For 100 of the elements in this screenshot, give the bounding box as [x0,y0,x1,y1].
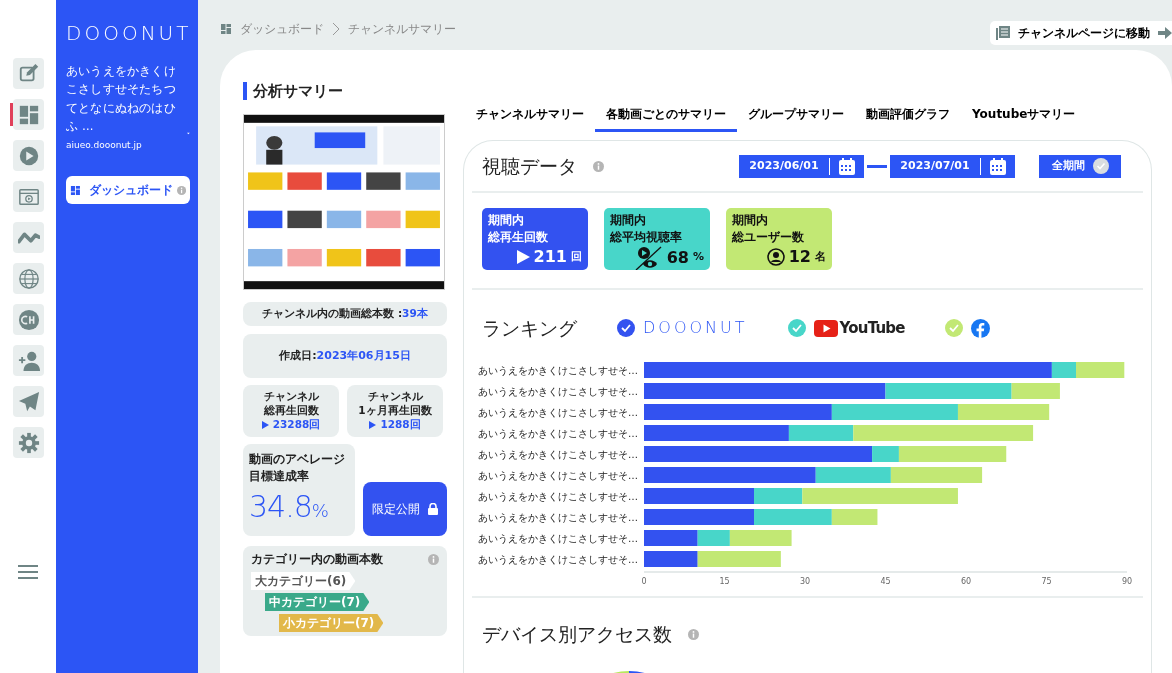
stat-label: 期間内 総再生回数 [488,212,549,246]
tick-label: 90 [1121,577,1133,586]
created-date-value: 2023年06月15日 [316,347,411,364]
bar-label: あいうえをかきくけこさしすせそ… [478,449,638,460]
sidebar-item[interactable] [13,99,44,130]
stat-value: 68 [666,248,689,267]
breadcrumb-link[interactable]: ダッシュボード [240,20,324,38]
dashboard-icon [17,103,40,126]
info-icon[interactable] [428,553,439,565]
tab[interactable]: 各動画ごとのサマリー [595,101,737,132]
dash-icon [867,164,887,168]
panel-title: 視聴データ [482,153,577,179]
bar-label: あいうえをかきくけこさしすせそ… [478,365,638,376]
calendar-icon[interactable] [989,157,1007,175]
tick-label: 30 [799,577,811,586]
date-field[interactable]: 2023/06/01 [739,154,864,178]
sidebar-item[interactable] [13,263,44,294]
breadcrumb-link[interactable]: チャンネルサマリー [348,20,456,38]
sidebar-item[interactable] [13,386,44,417]
section-title: デバイス別アクセス数 [482,622,672,647]
sidebar-item[interactable] [13,140,44,171]
tab[interactable]: チャンネルサマリー [465,101,595,132]
percent-unit: % [311,499,328,524]
channel-page-button[interactable]: チャンネルページに移動 [990,21,1172,45]
check-icon [1092,158,1109,174]
bar-label: あいうえをかきくけこさしすせそ… [478,512,638,523]
video-play-icon [813,319,838,337]
tick-label: 15 [719,577,730,586]
settings-icon [17,431,40,454]
lock-icon [428,503,438,515]
tick-label: 75 [1041,577,1052,586]
video-count-value: 39本 [402,306,428,322]
calendar-icon[interactable] [838,157,856,175]
add-user-icon [17,349,40,372]
document-icon [996,26,1010,40]
sidebar-item[interactable] [13,345,44,376]
section-title: ランキング [482,315,577,341]
bar-label: あいうえをかきくけこさしすせそ… [478,386,638,397]
created-date-label: 作成日: [279,347,317,364]
achievement-value: 34.8 [249,488,312,527]
all-period-button[interactable]: 全期間 [1039,154,1121,178]
section-title: 分析サマリー [243,82,447,100]
category-title: カテゴリー内の動画本数 [251,551,383,568]
menu-icon[interactable] [18,564,38,580]
sidebar-item[interactable] [13,427,44,458]
video-count-label: チャンネル内の動画総本数 : [262,306,403,322]
tick-label: 60 [960,577,972,586]
play-count-value: 23288回 [272,417,321,433]
tab[interactable]: 動画評価グラフ [855,101,961,132]
bar-label: あいうえをかきくけこさしすせそ… [478,428,638,439]
category-step[interactable]: 大カテゴリー(6) [251,572,356,590]
play-icon [516,250,530,265]
tick-label: 45 [880,577,891,586]
stat-unit: 名 [815,248,826,265]
date-field[interactable]: 2023/07/01 [890,154,1015,178]
achievement-label: 動画のアベレージ 目標達成率 [249,450,346,485]
info-icon[interactable] [593,160,604,172]
sidebar-item[interactable] [13,181,44,212]
legend-label: YouTube [839,317,905,339]
paper-plane-icon [17,390,40,413]
bar-label: あいうえをかきくけこさしすせそ… [478,554,638,565]
legend-checkbox[interactable] [617,319,635,337]
play-icon [261,421,269,430]
stat-value: 12 [788,248,811,266]
bar-label: あいうえをかきくけこさしすせそ… [478,407,638,418]
play-count-label: チャンネル 総再生回数 [263,388,319,418]
stat-label: 期間内 総平均視聴率 [610,212,683,246]
tab[interactable]: Youtubeサマリー [961,101,1087,132]
channel-icon [17,308,40,331]
info-icon[interactable] [176,184,186,196]
play-icon [369,421,377,430]
sidebar-item[interactable] [13,222,44,253]
visibility-button[interactable]: 限定公開 [363,482,447,536]
globe-icon [17,267,40,290]
user-icon [766,248,785,266]
legend-label: DOOONUT [643,317,748,339]
play-count-label: チャンネル 1ヶ月再生回数 [358,388,432,418]
logo: DOOONUT [66,20,190,47]
dashboard-button[interactable]: ダッシュボード [66,176,190,205]
stat-label: 期間内 総ユーザー数 [732,212,805,246]
legend-checkbox[interactable] [787,319,806,337]
stat-value: 211 [533,248,567,266]
dashboard-icon [220,23,232,35]
bar-label: あいうえをかきくけこさしすせそ… [478,533,638,544]
sidebar-item[interactable] [13,304,44,335]
stat-unit: 回 [571,248,582,265]
arrow-right-icon [1158,27,1172,39]
dashboard-icon [70,183,81,197]
bar-label: あいうえをかきくけこさしすせそ… [478,470,638,481]
tab[interactable]: グループサマリー [737,101,855,132]
info-icon[interactable] [688,628,699,640]
sidebar-item[interactable] [13,58,44,89]
legend-checkbox[interactable] [944,319,963,337]
domain-text: aiueo.dooonut.jp [66,138,143,152]
play-count-value: 1288回 [380,417,421,433]
tick-label: 0 [641,577,647,586]
stat-unit: % [692,249,704,266]
bar-label: あいうえをかきくけこさしすせそ… [478,491,638,502]
social-f-icon [970,318,990,338]
play-icon [17,144,40,167]
